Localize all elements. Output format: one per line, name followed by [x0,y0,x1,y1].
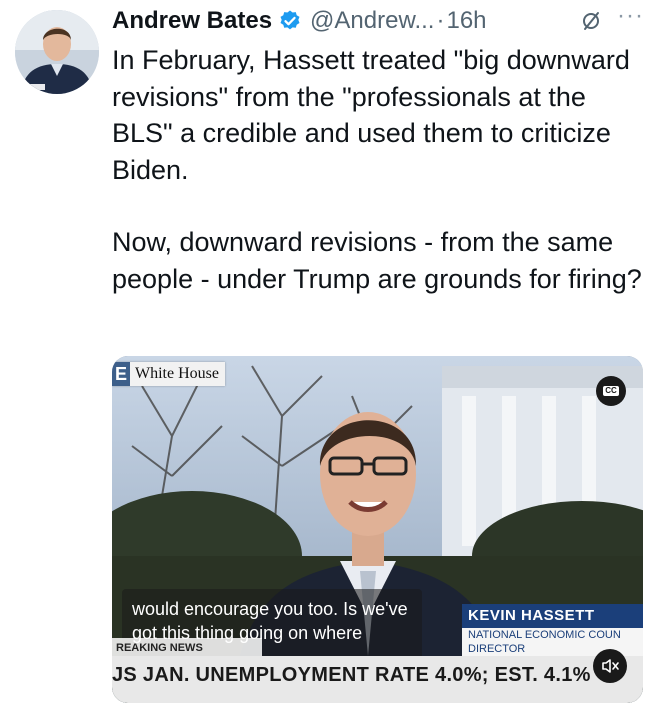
location-tag: E White House [112,362,225,386]
news-ticker: JS JAN. UNEMPLOYMENT RATE 4.0%; EST. 4.1… [112,656,643,703]
location-tag-letter: E [112,362,130,386]
lower-third-name: KEVIN HASSETT [462,604,643,628]
avatar-photo [15,10,99,94]
ticker-text: JS JAN. UNEMPLOYMENT RATE 4.0%; EST. 4.1… [112,664,591,686]
tweet-text: In February, Hassett treated "big downwa… [112,42,647,297]
lower-third-title-line-1: NATIONAL ECONOMIC COUN [468,629,621,641]
caption-text: would encourage you too. Is we've got th… [132,599,408,643]
verified-badge-icon [278,9,302,33]
location-tag-label: White House [135,365,219,382]
video-player[interactable]: E White House CC REAKING NEWS would enco… [112,356,643,703]
more-options-icon[interactable]: ··· [617,2,644,30]
grok-icon[interactable] [580,10,602,32]
timestamp[interactable]: 16h [446,7,486,35]
closed-captions-icon[interactable]: CC [596,376,626,406]
cc-label: CC [603,386,619,396]
author-name[interactable]: Andrew Bates [112,7,272,35]
author-handle[interactable]: @Andrew... [310,7,434,35]
tweet-header: Andrew Bates @Andrew... · 16h [112,4,487,38]
separator-dot: · [436,7,445,34]
tweet-paragraph: In February, Hassett treated "big downwa… [112,45,630,185]
avatar[interactable] [15,10,99,94]
tweet-paragraph: Now, downward revisions - from the same … [112,227,642,294]
lower-third-name-text: KEVIN HASSETT [468,607,595,624]
muted-speaker-icon[interactable] [593,649,627,683]
